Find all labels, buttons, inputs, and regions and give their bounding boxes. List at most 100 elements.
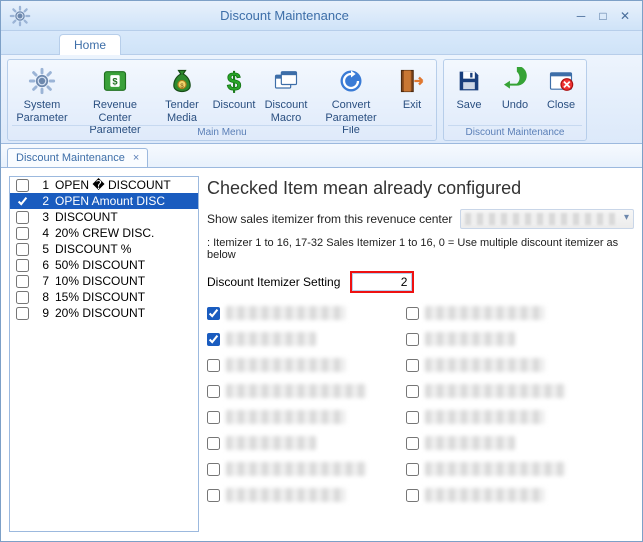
list-item-checkbox[interactable] [16, 211, 29, 224]
blurred-value [465, 213, 615, 225]
list-item[interactable]: 710% DISCOUNT [10, 273, 198, 289]
blurred-label [226, 306, 346, 320]
document-tab-strip: Discount Maintenance × [1, 144, 642, 168]
revenue-center-select[interactable] [460, 209, 634, 229]
ribbon-group-caption: Discount Maintenance [448, 125, 582, 138]
itemizer-item[interactable] [207, 303, 366, 323]
list-item[interactable]: 5DISCOUNT % [10, 241, 198, 257]
maximize-button[interactable]: □ [592, 5, 614, 27]
itemizer-checkbox[interactable] [406, 463, 419, 476]
itemizer-checkbox[interactable] [207, 333, 220, 346]
list-item-number: 6 [35, 258, 49, 272]
itemizer-item[interactable] [207, 459, 366, 479]
floppy-icon [455, 64, 483, 98]
itemizer-checkbox[interactable] [207, 385, 220, 398]
settings-panel: Checked Item mean already configured Sho… [207, 176, 634, 532]
close-window-button[interactable]: ✕ [614, 5, 636, 27]
discount-itemizer-setting-input[interactable] [352, 273, 412, 291]
discount-list[interactable]: 1OPEN � DISCOUNT2OPEN Amount DISC3DISCOU… [9, 176, 199, 532]
minimize-button[interactable]: ─ [570, 5, 592, 27]
windows-stack-icon [272, 64, 300, 98]
button-label: Convert Parameter File [316, 99, 386, 125]
itemizer-checkbox[interactable] [406, 411, 419, 424]
list-item-checkbox[interactable] [16, 275, 29, 288]
undo-button[interactable]: Undo [494, 62, 536, 125]
discount-button[interactable]: $ Discount [210, 62, 258, 125]
itemizer-item[interactable] [406, 381, 565, 401]
itemizer-item[interactable] [406, 329, 565, 349]
itemizer-checkbox[interactable] [207, 359, 220, 372]
system-parameter-button[interactable]: System Parameter [12, 62, 72, 125]
itemizer-item[interactable] [406, 433, 565, 453]
list-item-checkbox[interactable] [16, 291, 29, 304]
list-item[interactable]: 6 50% DISCOUNT [10, 257, 198, 273]
list-item-label: 50% DISCOUNT [55, 258, 145, 272]
list-item[interactable]: 1OPEN � DISCOUNT [10, 177, 198, 193]
itemizer-checkbox[interactable] [406, 307, 419, 320]
button-label: Revenue Center Parameter [78, 99, 152, 125]
panel-heading: Checked Item mean already configured [207, 178, 634, 199]
list-item-number: 3 [35, 210, 49, 224]
svg-text:$: $ [112, 77, 118, 87]
itemizer-item[interactable] [207, 355, 366, 375]
list-item-checkbox[interactable] [16, 179, 29, 192]
button-label: Save [456, 99, 481, 125]
ribbon-group-caption: Main Menu [12, 125, 432, 138]
list-item[interactable]: 3DISCOUNT [10, 209, 198, 225]
svg-text:$: $ [227, 68, 241, 95]
close-tab-icon[interactable]: × [133, 152, 139, 164]
itemizer-checkbox[interactable] [406, 437, 419, 450]
itemizer-item[interactable] [207, 433, 366, 453]
close-button[interactable]: Close [540, 62, 582, 125]
ribbon-tab-strip: Home [1, 31, 642, 55]
exit-button[interactable]: Exit [392, 62, 432, 125]
itemizer-item[interactable] [406, 303, 565, 323]
content-area: 1OPEN � DISCOUNT2OPEN Amount DISC3DISCOU… [1, 168, 642, 540]
save-button[interactable]: Save [448, 62, 490, 125]
itemizer-item[interactable] [406, 407, 565, 427]
document-tab-discount-maintenance[interactable]: Discount Maintenance × [7, 148, 148, 167]
tab-home[interactable]: Home [59, 34, 121, 55]
list-item[interactable]: 420% CREW DISC. [10, 225, 198, 241]
blurred-label [425, 332, 515, 346]
button-label: Exit [403, 99, 421, 125]
itemizer-checkbox[interactable] [406, 333, 419, 346]
revenue-center-parameter-button[interactable]: $ Revenue Center Parameter [76, 62, 154, 125]
list-item-checkbox[interactable] [16, 243, 29, 256]
list-item-label: DISCOUNT % [55, 242, 131, 256]
itemizer-item[interactable] [207, 485, 366, 505]
list-item-checkbox[interactable] [16, 307, 29, 320]
blurred-label [226, 462, 366, 476]
list-item-checkbox[interactable] [16, 195, 29, 208]
itemizer-item[interactable] [207, 407, 366, 427]
list-item[interactable]: 2OPEN Amount DISC [10, 193, 198, 209]
tender-media-button[interactable]: $ Tender Media [158, 62, 206, 125]
ribbon-group-discount-maintenance: Save Undo Close Discount Maintenance [443, 59, 587, 141]
list-item-number: 8 [35, 290, 49, 304]
list-item-label: 20% CREW DISC. [55, 226, 154, 240]
itemizer-item[interactable] [406, 355, 565, 375]
list-item-label: 20% DISCOUNT [55, 306, 145, 320]
itemizer-checkbox[interactable] [406, 385, 419, 398]
itemizer-checkbox[interactable] [406, 489, 419, 502]
list-item[interactable]: 920% DISCOUNT [10, 305, 198, 321]
list-item-checkbox[interactable] [16, 227, 29, 240]
itemizer-checkbox[interactable] [207, 463, 220, 476]
title-bar: Discount Maintenance ─ □ ✕ [1, 1, 642, 31]
itemizer-item[interactable] [207, 329, 366, 349]
list-item[interactable]: 815% DISCOUNT [10, 289, 198, 305]
itemizer-item[interactable] [207, 381, 366, 401]
itemizer-checkbox[interactable] [207, 307, 220, 320]
button-label: System Parameter [14, 99, 70, 125]
list-item-checkbox[interactable] [16, 259, 29, 272]
itemizer-checkbox[interactable] [207, 411, 220, 424]
blurred-label [226, 358, 346, 372]
discount-macro-button[interactable]: Discount Macro [262, 62, 310, 125]
itemizer-checkbox[interactable] [207, 437, 220, 450]
itemizer-item[interactable] [406, 485, 565, 505]
convert-parameter-file-button[interactable]: Convert Parameter File [314, 62, 388, 125]
itemizer-item[interactable] [406, 459, 565, 479]
itemizer-checkbox[interactable] [406, 359, 419, 372]
blurred-label [425, 384, 565, 398]
itemizer-checkbox[interactable] [207, 489, 220, 502]
